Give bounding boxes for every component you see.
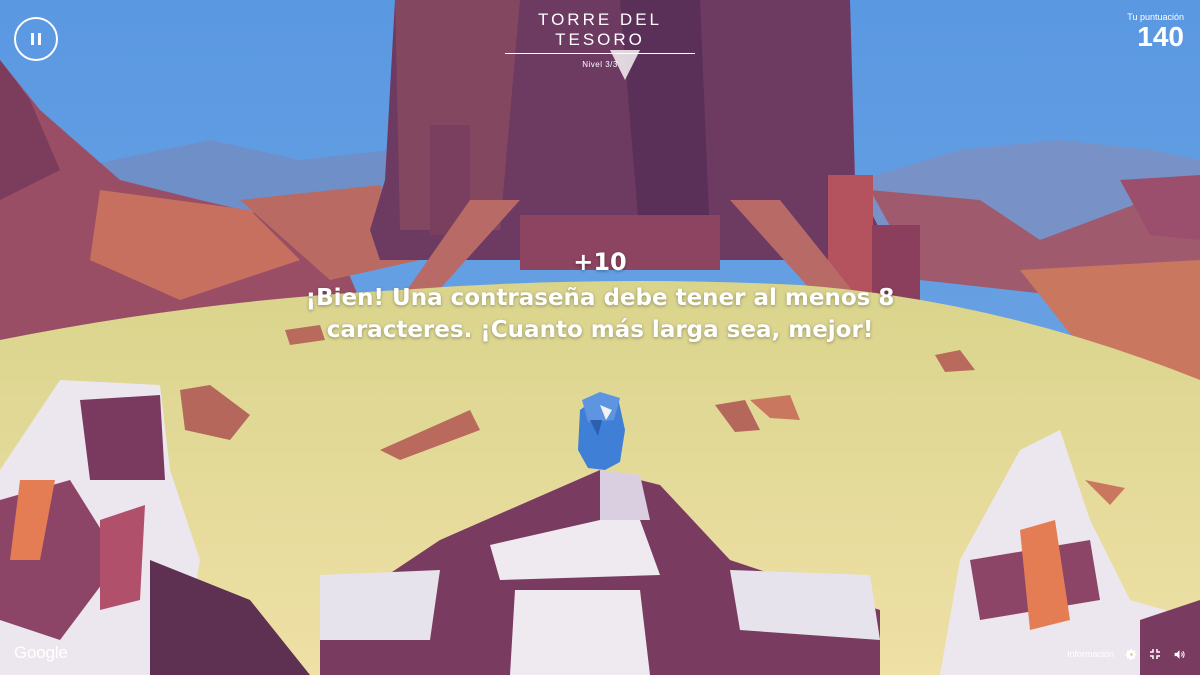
- score-value: 140: [1137, 21, 1184, 52]
- google-logo: Google: [14, 643, 68, 662]
- player-character: [578, 392, 625, 470]
- feedback-text: ¡Bien! Una contraseña debe tener al meno…: [305, 285, 895, 343]
- gear-icon[interactable]: [1124, 647, 1138, 661]
- game-title: TORRE DEL TESORO: [505, 10, 695, 54]
- footer-controls: Información: [1067, 647, 1186, 661]
- points-earned: +10: [573, 248, 627, 276]
- pause-button[interactable]: [14, 17, 58, 61]
- level-indicator: Nivel 3/3: [582, 60, 618, 69]
- pause-icon: [31, 33, 34, 45]
- fullscreen-exit-icon[interactable]: [1148, 647, 1162, 661]
- info-link[interactable]: Información: [1067, 649, 1114, 659]
- feedback-message: +10 ¡Bien! Una contraseña debe tener al …: [300, 248, 900, 346]
- game-header: TORRE DEL TESORO Nivel 3/3: [505, 10, 695, 69]
- speaker-icon[interactable]: [1172, 647, 1186, 661]
- score-panel: Tu puntuación 140: [1127, 12, 1184, 52]
